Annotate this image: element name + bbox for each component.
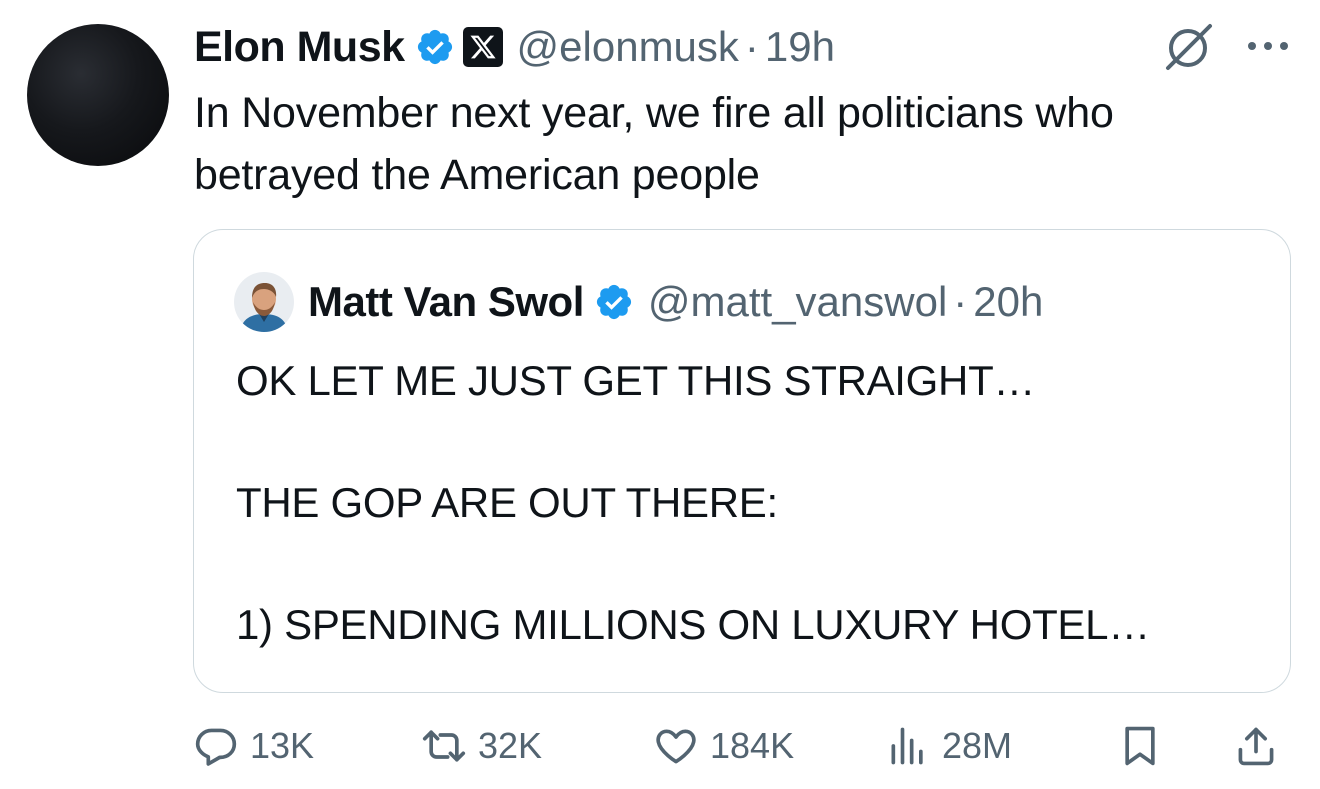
quoted-tweet-header: Matt Van Swol @matt_vanswol · 20h — [234, 272, 1043, 332]
quoted-text-line — [236, 411, 1266, 472]
author-handle[interactable]: @elonmusk — [517, 23, 739, 71]
quoted-timestamp[interactable]: 20h — [973, 278, 1043, 326]
quoted-text-line: OK LET ME JUST GET THIS STRAIGHT… — [236, 357, 1036, 404]
author-name[interactable]: Elon Musk — [194, 23, 405, 72]
quoted-author-name[interactable]: Matt Van Swol — [308, 278, 584, 326]
reply-icon — [195, 728, 237, 766]
quoted-author-avatar[interactable] — [234, 272, 294, 332]
tweet-card[interactable]: Elon Musk @elonmusk · 19h In November ne… — [0, 0, 1320, 789]
repost-count: 32K — [478, 725, 543, 766]
action-bar: 13K 32K 184K 28M — [194, 716, 1294, 776]
separator-dot: · — [953, 278, 968, 325]
quoted-tweet[interactable]: Matt Van Swol @matt_vanswol · 20h OK LET… — [193, 229, 1291, 693]
reply-button[interactable]: 13K — [194, 716, 314, 776]
views-count: 28M — [942, 725, 1013, 766]
like-button[interactable]: 184K — [654, 716, 794, 776]
share-button[interactable] — [1234, 716, 1278, 776]
bookmark-button[interactable] — [1118, 716, 1162, 776]
repost-button[interactable]: 32K — [422, 716, 542, 776]
quoted-author-handle[interactable]: @matt_vanswol — [648, 278, 947, 326]
x-logo-icon[interactable] — [462, 27, 503, 67]
tweet-text: In November next year, we fire all polit… — [194, 89, 1114, 199]
views-button[interactable]: 28M — [886, 716, 1012, 776]
quoted-tweet-text: OK LET ME JUST GET THIS STRAIGHT… THE GO… — [236, 350, 1266, 655]
share-icon — [1238, 727, 1274, 766]
verified-badge-icon[interactable] — [594, 282, 634, 322]
like-count: 184K — [710, 725, 795, 766]
author-avatar[interactable] — [27, 24, 169, 166]
separator-dot: · — [744, 23, 759, 70]
quoted-text-line — [236, 533, 1266, 594]
repost-icon — [422, 730, 466, 762]
quoted-text-line: THE GOP ARE OUT THERE: — [236, 479, 778, 526]
verified-badge-icon[interactable] — [415, 27, 455, 67]
bookmark-icon — [1125, 726, 1155, 766]
more-options-icon[interactable] — [1246, 36, 1290, 56]
heart-icon — [656, 729, 696, 764]
quoted-text-line: 1) SPENDING MILLIONS ON LUXURY HOTEL… — [236, 601, 1150, 648]
tweet-header: Elon Musk @elonmusk · 19h — [194, 20, 835, 74]
reply-count: 13K — [250, 725, 315, 766]
timestamp[interactable]: 19h — [765, 23, 835, 71]
grok-icon[interactable] — [1160, 22, 1216, 72]
views-icon — [891, 727, 923, 765]
